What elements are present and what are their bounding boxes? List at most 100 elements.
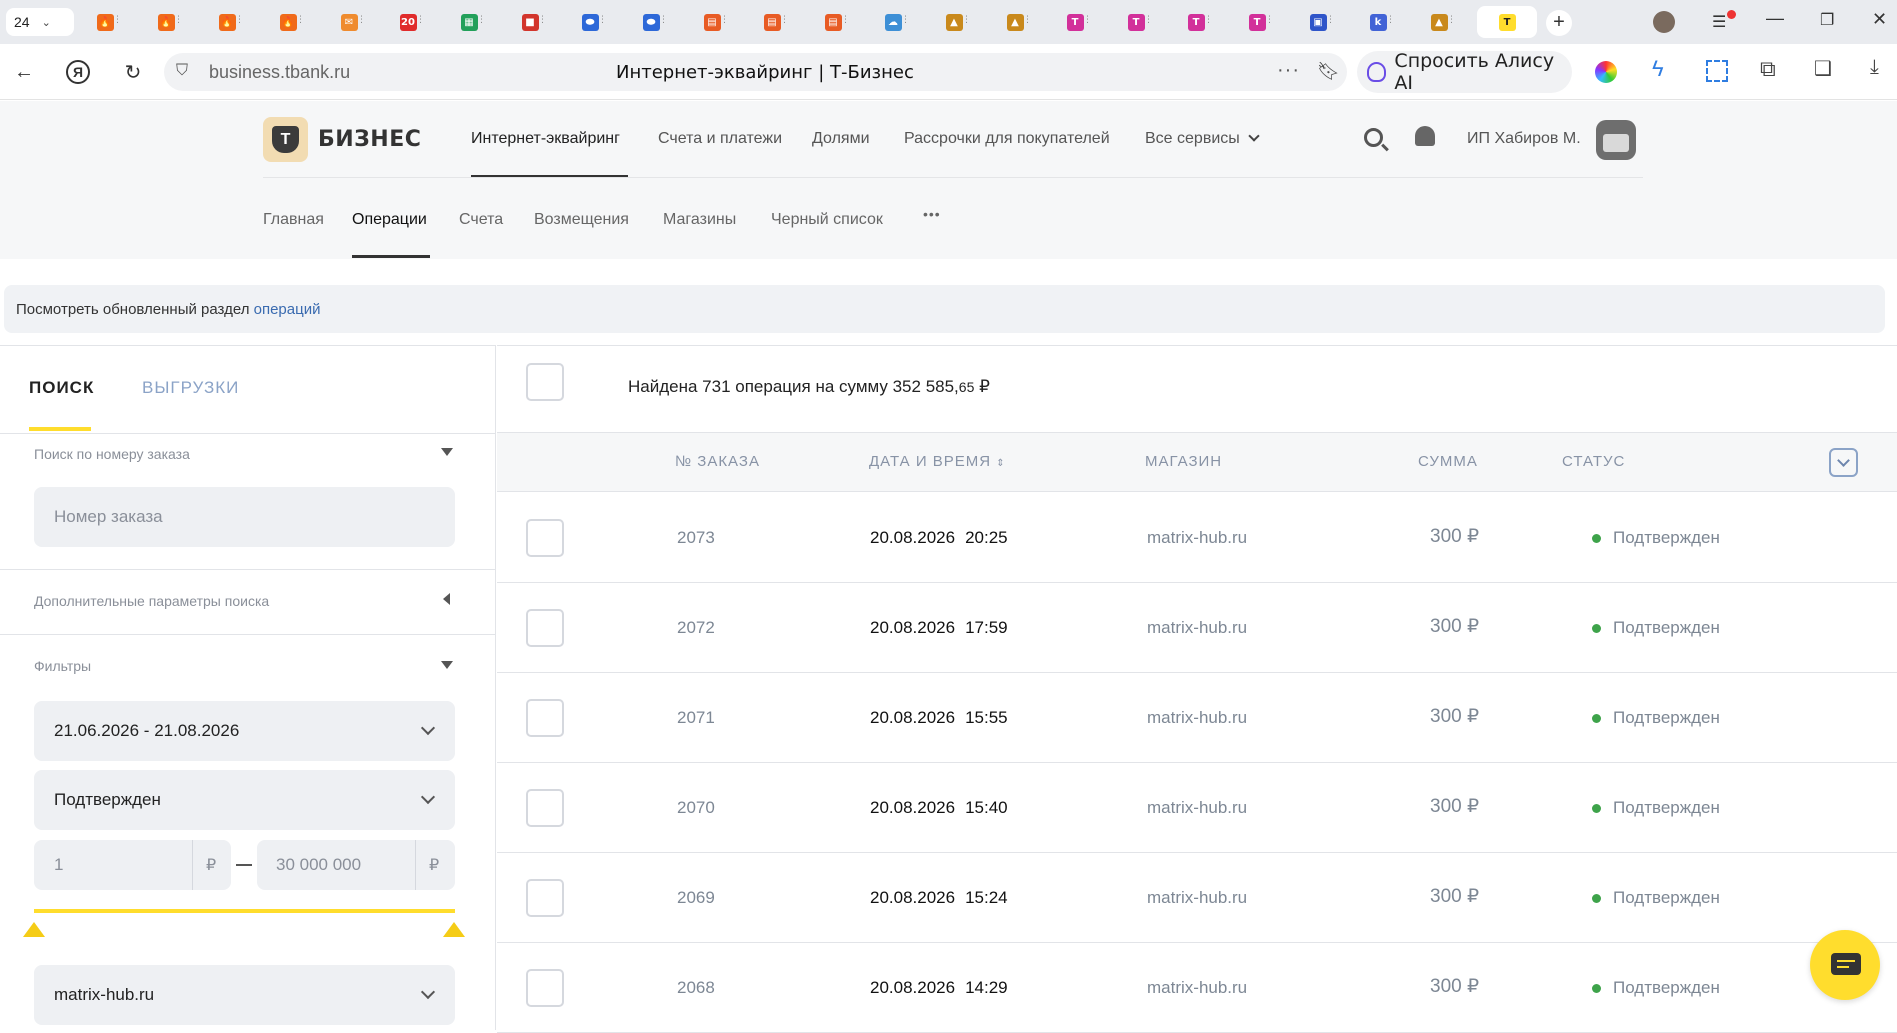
url-text: business.tbank.ru bbox=[209, 62, 351, 82]
tab-calendar-20[interactable]: 20 ⋮ bbox=[383, 6, 433, 38]
nav-acquiring[interactable]: Интернет-эквайринг bbox=[471, 130, 620, 148]
support-chat-button[interactable] bbox=[1810, 930, 1880, 1000]
search-icon[interactable] bbox=[1364, 128, 1389, 152]
tab-sheet[interactable]: ▦ ⋮ bbox=[444, 6, 494, 38]
row-checkbox[interactable] bbox=[526, 519, 564, 557]
tab-blue-2[interactable]: ⬬ ⋮ bbox=[626, 6, 676, 38]
tab-k[interactable]: k ⋮ bbox=[1353, 6, 1403, 38]
back-icon[interactable]: ← bbox=[10, 58, 38, 86]
tab-more-icon: ⋮ bbox=[1326, 14, 1335, 24]
tab-pdf-2[interactable]: ▤ ⋮ bbox=[747, 6, 797, 38]
tab-cloud[interactable]: ☁ ⋮ bbox=[868, 6, 918, 38]
row-checkbox[interactable] bbox=[526, 789, 564, 827]
restore-icon[interactable]: ❐ bbox=[1820, 10, 1834, 30]
subnav-home[interactable]: Главная bbox=[263, 211, 324, 229]
tab-shield-3[interactable]: T ⋮ bbox=[1171, 6, 1221, 38]
tab-mail[interactable]: ✉ ⋮ bbox=[324, 6, 374, 38]
amount-range-slider[interactable] bbox=[34, 909, 455, 913]
screenshot-icon[interactable] bbox=[1706, 60, 1728, 82]
tab-pma-3[interactable]: ▲ ⋮ bbox=[1414, 6, 1464, 38]
more-icon[interactable]: ··· bbox=[1277, 59, 1300, 82]
downloads-icon[interactable]: ⤓ bbox=[1870, 56, 1879, 79]
tab-shield-4[interactable]: T ⋮ bbox=[1232, 6, 1282, 38]
extensions-icon[interactable]: ⧉ bbox=[1760, 56, 1776, 82]
briefcase-avatar[interactable] bbox=[1596, 120, 1636, 160]
tab-shield-1[interactable]: T ⋮ bbox=[1050, 6, 1100, 38]
tab-fire-4[interactable]: 🔥 ⋮ bbox=[263, 6, 313, 38]
amount-from-input[interactable]: 1 ₽ bbox=[34, 840, 231, 890]
tab-doc[interactable]: ▣ ⋮ bbox=[1293, 6, 1343, 38]
shield-icon: ⛉ bbox=[176, 62, 189, 79]
table-row[interactable]: 2070 20.08.2026 15:40 matrix-hub.ru 300 ₽ Под… bbox=[497, 763, 1897, 853]
tab-search[interactable]: ПОИСК bbox=[29, 378, 94, 398]
color-wheel-icon[interactable] bbox=[1595, 61, 1617, 83]
table-row[interactable]: 2073 20.08.2026 20:25 matrix-hub.ru 300 ₽ Под… bbox=[497, 493, 1897, 583]
subnav-more-icon[interactable]: ••• bbox=[923, 206, 941, 222]
tab-fire-2[interactable]: 🔥 ⋮ bbox=[141, 6, 191, 38]
nav-all-services[interactable]: Все сервисы bbox=[1145, 130, 1260, 148]
columns-toggle-button[interactable] bbox=[1829, 448, 1858, 477]
bookmark-icon[interactable]: 🔖︎ bbox=[1317, 61, 1340, 82]
amount-to-input[interactable]: 30 000 000 ₽ bbox=[257, 840, 455, 890]
bell-icon[interactable] bbox=[1415, 126, 1435, 146]
logo[interactable]: Т БИЗНЕС bbox=[263, 117, 421, 162]
collections-icon[interactable]: ❑ bbox=[1814, 56, 1832, 81]
operations-link[interactable]: операций bbox=[254, 301, 321, 318]
minimize-icon[interactable]: — bbox=[1766, 8, 1784, 29]
shop-select[interactable]: matrix-hub.ru bbox=[34, 965, 455, 1025]
order-number-input[interactable]: Номер заказа bbox=[34, 487, 455, 547]
tab-blue-1[interactable]: ⬬ ⋮ bbox=[565, 6, 615, 38]
tab-shield-2[interactable]: T ⋮ bbox=[1111, 6, 1161, 38]
tab-red-app[interactable]: ■ ⋮ bbox=[505, 6, 555, 38]
user-name[interactable]: ИП Хабиров М. bbox=[1467, 130, 1581, 148]
caret-down-icon[interactable] bbox=[441, 448, 453, 456]
caret-left-icon[interactable] bbox=[443, 593, 450, 605]
order-time: 15:24 bbox=[965, 888, 1008, 907]
tab-pdf-3[interactable]: ▤ ⋮ bbox=[808, 6, 858, 38]
nav-installments[interactable]: Рассрочки для покупателей bbox=[904, 130, 1110, 148]
tab-fire-1[interactable]: 🔥 ⋮ bbox=[80, 6, 130, 38]
row-checkbox[interactable] bbox=[526, 879, 564, 917]
profile-avatar[interactable] bbox=[1653, 11, 1675, 33]
tab-pdf-1[interactable]: ▤ ⋮ bbox=[687, 6, 737, 38]
slider-handle-max[interactable] bbox=[443, 922, 465, 937]
tab-fire-3[interactable]: 🔥 ⋮ bbox=[202, 6, 252, 38]
subnav-blacklist[interactable]: Черный список bbox=[771, 211, 883, 229]
select-all-checkbox[interactable] bbox=[526, 363, 564, 401]
header-date[interactable]: ДАТА И ВРЕМЯ ⇕ bbox=[869, 453, 1006, 470]
row-checkbox[interactable] bbox=[526, 699, 564, 737]
date-range-select[interactable]: 21.06.2026 - 21.08.2026 bbox=[34, 701, 455, 761]
extra-params-label[interactable]: Дополнительные параметры поиска bbox=[34, 593, 269, 609]
tab-counter[interactable]: 24 ⌄ bbox=[6, 8, 74, 36]
subnav-operations[interactable]: Операции bbox=[352, 211, 427, 229]
chat-icon bbox=[1831, 953, 1861, 975]
row-checkbox[interactable] bbox=[526, 609, 564, 647]
subnav-refunds[interactable]: Возмещения bbox=[534, 211, 629, 229]
close-icon[interactable]: ✕ bbox=[1872, 9, 1887, 30]
tab-exports[interactable]: ВЫГРУЗКИ bbox=[142, 378, 239, 398]
reload-icon[interactable]: ↻ bbox=[119, 58, 147, 86]
yandex-icon[interactable]: Я bbox=[64, 58, 92, 86]
subnav-accounts[interactable]: Счета bbox=[459, 211, 503, 229]
status-select[interactable]: Подтвержден bbox=[34, 770, 455, 830]
shop-name: matrix-hub.ru bbox=[1147, 528, 1248, 547]
slider-handle-min[interactable] bbox=[23, 922, 45, 937]
table-row[interactable]: 2069 20.08.2026 15:24 matrix-hub.ru 300 ₽ Под… bbox=[497, 853, 1897, 943]
ask-alice-button[interactable]: Спросить Алису AI bbox=[1357, 50, 1572, 94]
nav-dolyami[interactable]: Долями bbox=[812, 130, 870, 148]
tab-search-underline bbox=[29, 427, 91, 431]
table-row[interactable]: 2072 20.08.2026 17:59 matrix-hub.ru 300 ₽ Под… bbox=[497, 583, 1897, 673]
tab-pma-1[interactable]: ▲ ⋮ bbox=[929, 6, 979, 38]
tab-pma-2[interactable]: ▲ ⋮ bbox=[990, 6, 1040, 38]
address-bar[interactable]: ⛉ business.tbank.ru Интернет-эквайринг |… bbox=[164, 53, 1347, 91]
table-row[interactable]: 2071 20.08.2026 15:55 matrix-hub.ru 300 ₽ Под… bbox=[497, 673, 1897, 763]
menu-icon[interactable]: ☰ bbox=[1712, 10, 1736, 31]
tab-tbank-active[interactable]: T bbox=[1477, 6, 1537, 38]
subnav-shops[interactable]: Магазины bbox=[663, 211, 736, 229]
lightning-icon[interactable]: ϟ bbox=[1652, 56, 1664, 82]
table-row[interactable]: 2068 20.08.2026 14:29 matrix-hub.ru 300 ₽ Под… bbox=[497, 943, 1897, 1033]
caret-down-icon[interactable] bbox=[441, 661, 453, 669]
new-tab-button[interactable]: + bbox=[1546, 10, 1572, 36]
nav-accounts-payments[interactable]: Счета и платежи bbox=[658, 130, 782, 148]
row-checkbox[interactable] bbox=[526, 969, 564, 1007]
